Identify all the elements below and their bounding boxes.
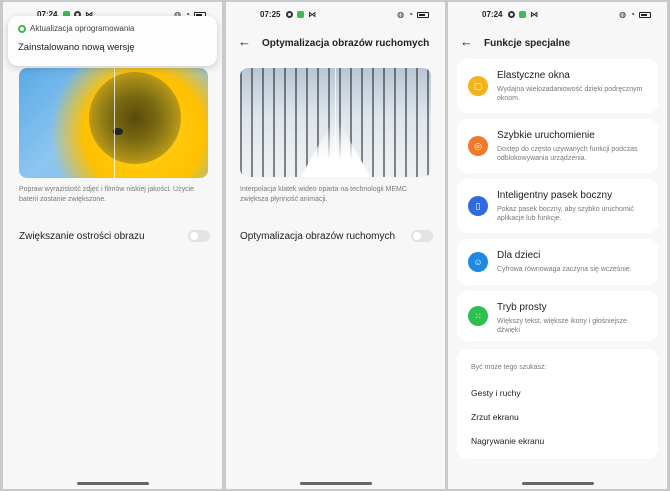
- status-bar: 07:24 ⋈ ◍ ◔: [448, 8, 667, 22]
- flexible-window-icon: ▢: [468, 76, 488, 96]
- nfc-icon: ⋈: [530, 10, 538, 19]
- feature-title: Tryb prosty: [497, 302, 547, 313]
- back-arrow-icon[interactable]: ←: [238, 34, 251, 49]
- wifi-icon: ◔: [408, 10, 413, 19]
- page-title: Funkcje specjalne: [484, 38, 571, 49]
- suggestion-screen-recording[interactable]: Nagrywanie ekranu: [471, 436, 544, 446]
- comparison-divider: [335, 68, 336, 177]
- sharpening-setting-label: Zwiększanie ostrości obrazu: [19, 230, 145, 242]
- feature-title: Szybkie uruchomienie: [497, 130, 595, 141]
- battery-icon: [417, 11, 429, 18]
- battery-icon: [639, 11, 651, 18]
- suggestions-header: Być może tego szukasz:: [471, 364, 547, 371]
- snowy-forest-preview-image: [240, 68, 431, 177]
- app-notification-icon: [519, 11, 526, 18]
- sharpening-description: Popraw wyrazistość zdjęć i filmów niskie…: [19, 186, 195, 203]
- feature-description: Cyfrowa równowaga zaczyna się wcześnie.: [497, 266, 632, 273]
- motion-setting-label: Optymalizacja obrazów ruchomych: [240, 230, 396, 242]
- home-indicator[interactable]: [76, 482, 149, 485]
- feature-description: Większy tekst, większe ikony i głośniejs…: [497, 318, 627, 334]
- nfc-icon: ⋈: [308, 10, 316, 19]
- suggestion-gestures[interactable]: Gesty i ruchy: [471, 388, 521, 398]
- feature-title: Inteligentny pasek boczny: [497, 190, 613, 201]
- feature-description: Wydajna wielozadaniowość dzięki podręczn…: [497, 86, 643, 102]
- feature-card-quick-launch[interactable]: ◎ Szybkie uruchomienie Dostęp do często …: [457, 119, 658, 173]
- settings-gear-icon: [286, 11, 293, 18]
- feature-description: Dostęp do często używanych funkcji podcz…: [497, 146, 638, 162]
- sharpening-toggle[interactable]: [188, 230, 210, 242]
- title-bar: ← Optymalizacja obrazów ruchomych: [226, 34, 445, 53]
- home-indicator[interactable]: [299, 482, 372, 485]
- software-update-icon: [18, 24, 26, 33]
- screen-image-sharpening: 07:24 ⋈ ◍ ◔ Aktualizacja oprogramowania …: [3, 2, 222, 489]
- feature-card-simple-mode[interactable]: ⁙ Tryb prosty Większy tekst, większe iko…: [457, 291, 658, 341]
- screen-motion-optimization: 07:25 ⋈ ◍ ◔ ← Optymalizacja obrazów ruch…: [226, 2, 445, 489]
- suggestions-card: Być może tego szukasz: Gesty i ruchy Zrz…: [457, 349, 658, 459]
- suggestion-screenshot[interactable]: Zrzut ekranu: [471, 412, 519, 422]
- feature-description: Pokaż pasek boczny, aby szybko uruchomić…: [497, 206, 634, 222]
- vibrate-icon: ◍: [619, 10, 627, 19]
- sunflower-preview-image: [19, 68, 208, 178]
- motion-toggle[interactable]: [411, 230, 433, 242]
- update-notification[interactable]: Aktualizacja oprogramowania Zainstalowan…: [8, 16, 217, 66]
- motion-setting-row[interactable]: Optymalizacja obrazów ruchomych: [240, 230, 433, 242]
- status-bar: 07:25 ⋈ ◍ ◔: [226, 8, 445, 22]
- feature-card-flexible-windows[interactable]: ▢ Elastyczne okna Wydajna wielozadaniowo…: [457, 59, 658, 113]
- sharpening-setting-row[interactable]: Zwiększanie ostrości obrazu: [19, 230, 210, 242]
- vibrate-icon: ◍: [397, 10, 405, 19]
- screen-special-features: 07:24 ⋈ ◍ ◔ ← Funkcje specjalne ▢ Elasty…: [448, 2, 667, 489]
- home-indicator[interactable]: [521, 482, 594, 485]
- sidebar-icon: ▯: [468, 196, 488, 216]
- settings-gear-icon: [508, 11, 515, 18]
- app-notification-icon: [297, 11, 304, 18]
- wifi-icon: ◔: [630, 10, 635, 19]
- back-arrow-icon[interactable]: ←: [460, 34, 473, 49]
- feature-title: Dla dzieci: [497, 250, 541, 261]
- kids-icon: ☺: [468, 252, 488, 272]
- notification-app-name: Aktualizacja oprogramowania: [30, 24, 135, 33]
- status-time: 07:24: [482, 10, 503, 19]
- motion-description: Interpolacja klatek wideo oparta na tech…: [240, 186, 407, 203]
- comparison-divider: [114, 68, 115, 178]
- simple-mode-icon: ⁙: [468, 306, 488, 326]
- quick-launch-icon: ◎: [468, 136, 488, 156]
- page-title: Optymalizacja obrazów ruchomych: [262, 38, 430, 49]
- feature-card-kids[interactable]: ☺ Dla dzieci Cyfrowa równowaga zaczyna s…: [457, 239, 658, 285]
- feature-title: Elastyczne okna: [497, 70, 570, 81]
- title-bar: ← Funkcje specjalne: [448, 34, 667, 53]
- feature-card-smart-sidebar[interactable]: ▯ Inteligentny pasek boczny Pokaż pasek …: [457, 179, 658, 233]
- status-time: 07:25: [260, 10, 281, 19]
- notification-message: Zainstalowano nową wersję: [18, 42, 135, 53]
